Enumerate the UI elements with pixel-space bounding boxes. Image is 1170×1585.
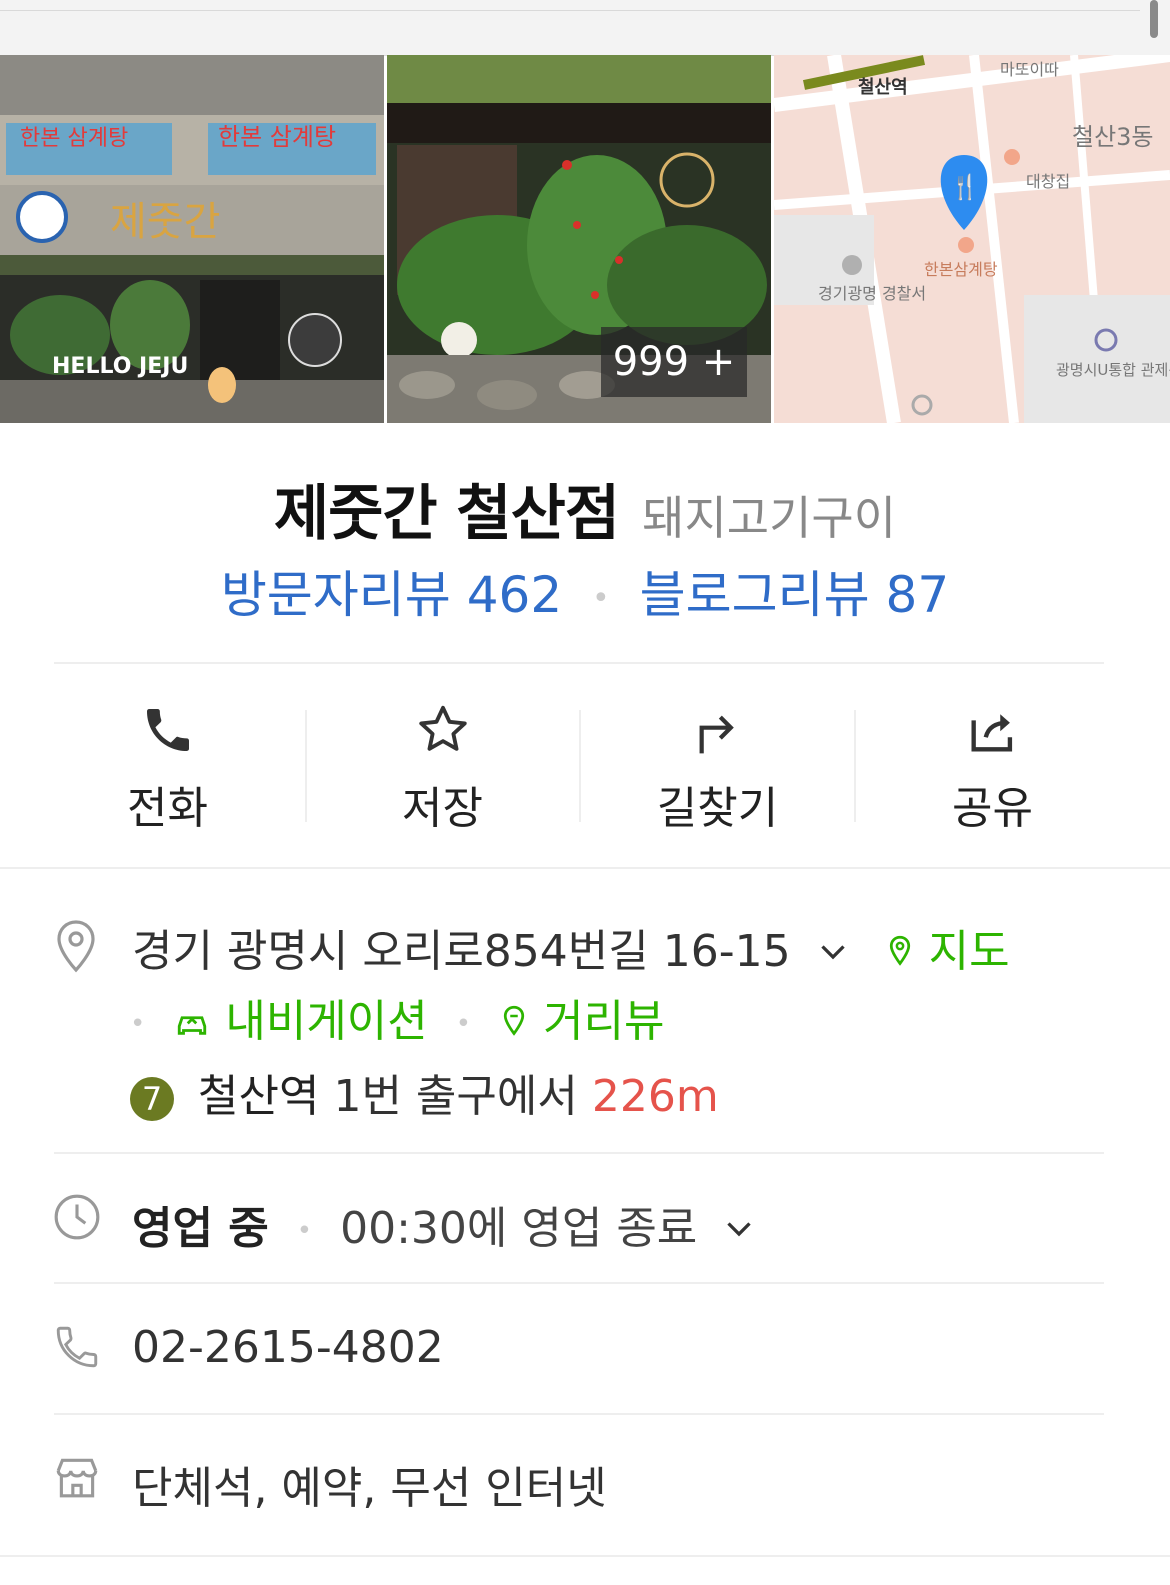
- subway-line-badge: 7: [130, 1077, 174, 1121]
- top-divider: [0, 10, 1140, 11]
- divider: [0, 1555, 1170, 1557]
- clock-icon: [52, 1192, 102, 1246]
- divider: [54, 1282, 1104, 1284]
- place-name: 제줏간 철산점: [273, 479, 620, 549]
- divider: [0, 867, 1170, 869]
- map-label-station: 철산역: [858, 77, 908, 98]
- blog-reviews-link[interactable]: 블로그리뷰 87: [640, 566, 950, 624]
- garden-photo[interactable]: 999 +: [387, 55, 771, 423]
- station-name: 철산역: [198, 1071, 320, 1122]
- phone-number[interactable]: 02-2615-4802: [132, 1322, 444, 1373]
- sign-text: 한본 삼계탕: [20, 126, 128, 151]
- title-row: 제줏간 철산점 돼지고기구이: [0, 465, 1170, 552]
- hello-jeju-sign: HELLO JEJU: [52, 354, 188, 379]
- store-icon: [52, 1452, 102, 1506]
- chevron-down-icon[interactable]: [815, 929, 851, 980]
- separator-dot: •: [455, 1009, 472, 1039]
- map-label: 한본삼계탕: [924, 260, 998, 279]
- exit-text: 1번 출구에서: [333, 1071, 578, 1122]
- call-button[interactable]: 전화: [30, 700, 305, 834]
- share-icon: [855, 700, 1130, 760]
- map-thumbnail[interactable]: 철산역 마또이따 철산3동 대창집 한본삼계탕 🍴 경기광명 경찰서 광명시U통…: [774, 55, 1170, 423]
- map-label: 경기광명 경찰서: [818, 284, 926, 303]
- address-text: 경기 광명시 오리로854번길 16-15: [132, 926, 791, 977]
- photo-strip: 한본 삼계탕 한본 삼계탕 제줏간 HELLO JEJU 999 + 철산역 마…: [0, 55, 1170, 423]
- map-link-label: 지도: [928, 926, 1010, 977]
- closing-time: 00:30에 영업 종료: [340, 1203, 698, 1254]
- navigation-link-label: 내비게이션: [225, 996, 428, 1047]
- call-label: 전화: [127, 783, 208, 834]
- map-link[interactable]: 지도: [885, 926, 1010, 977]
- separator-dot: •: [592, 581, 610, 616]
- open-status: 영업 중: [132, 1203, 269, 1254]
- svg-text:한본 삼계탕: 한본 삼계탕: [218, 123, 336, 151]
- navigation-link[interactable]: 내비게이션: [173, 996, 441, 1047]
- restaurant-sign: 제줏간: [110, 199, 220, 245]
- separator-dot: •: [130, 1009, 146, 1039]
- map-label: 광명시U통합 관제센터: [1056, 361, 1170, 379]
- share-button[interactable]: 공유: [855, 700, 1130, 834]
- browser-top-bar: [0, 0, 1170, 56]
- save-label: 저장: [402, 783, 483, 834]
- storefront-photo[interactable]: 한본 삼계탕 한본 삼계탕 제줏간 HELLO JEJU: [0, 55, 384, 423]
- map-pin-icon: [885, 929, 915, 980]
- directions-button[interactable]: 길찾기: [580, 700, 855, 834]
- share-label: 공유: [952, 783, 1033, 834]
- divider: [54, 1413, 1104, 1415]
- divider: [54, 662, 1104, 664]
- facilities-text: 단체석, 예약, 무선 인터넷: [132, 1463, 607, 1514]
- map-label: 대창집: [1026, 172, 1070, 191]
- map-label: 마또이따: [1000, 60, 1059, 79]
- phone-outline-icon: [52, 1322, 102, 1376]
- street-view-pin-icon: [499, 999, 529, 1050]
- address-links: • 내비게이션 • 거리뷰: [130, 985, 665, 1050]
- action-bar: 전화 저장 길찾기 공유: [30, 700, 1130, 834]
- address-row: 경기 광명시 오리로854번길 16-15 지도: [132, 915, 1010, 980]
- directions-label: 길찾기: [656, 783, 779, 834]
- svg-text:🍴: 🍴: [950, 173, 980, 201]
- street-view-link[interactable]: 거리뷰: [499, 996, 665, 1050]
- star-icon: [305, 700, 580, 760]
- street-view-link-label: 거리뷰: [543, 996, 665, 1047]
- car-icon: [173, 999, 211, 1050]
- separator-dot: •: [296, 1216, 313, 1246]
- subway-info: 7 철산역 1번 출구에서 226m: [130, 1060, 719, 1124]
- visitor-reviews-link[interactable]: 방문자리뷰 462: [221, 566, 562, 624]
- chevron-down-icon[interactable]: [721, 1206, 757, 1257]
- map-label: 철산3동: [1072, 123, 1154, 151]
- directions-icon: [580, 700, 855, 760]
- distance: 226m: [591, 1071, 719, 1122]
- scrollbar[interactable]: [1150, 0, 1158, 38]
- hours-row[interactable]: 영업 중 • 00:30에 영업 종료: [132, 1192, 757, 1257]
- review-links: 방문자리뷰 462 • 블로그리뷰 87: [0, 555, 1170, 627]
- save-button[interactable]: 저장: [305, 700, 580, 834]
- divider: [54, 1152, 1104, 1154]
- photo-count-badge[interactable]: 999 +: [601, 327, 747, 397]
- location-pin-icon: [52, 918, 100, 978]
- phone-icon: [30, 700, 305, 760]
- place-category: 돼지고기구이: [642, 491, 897, 545]
